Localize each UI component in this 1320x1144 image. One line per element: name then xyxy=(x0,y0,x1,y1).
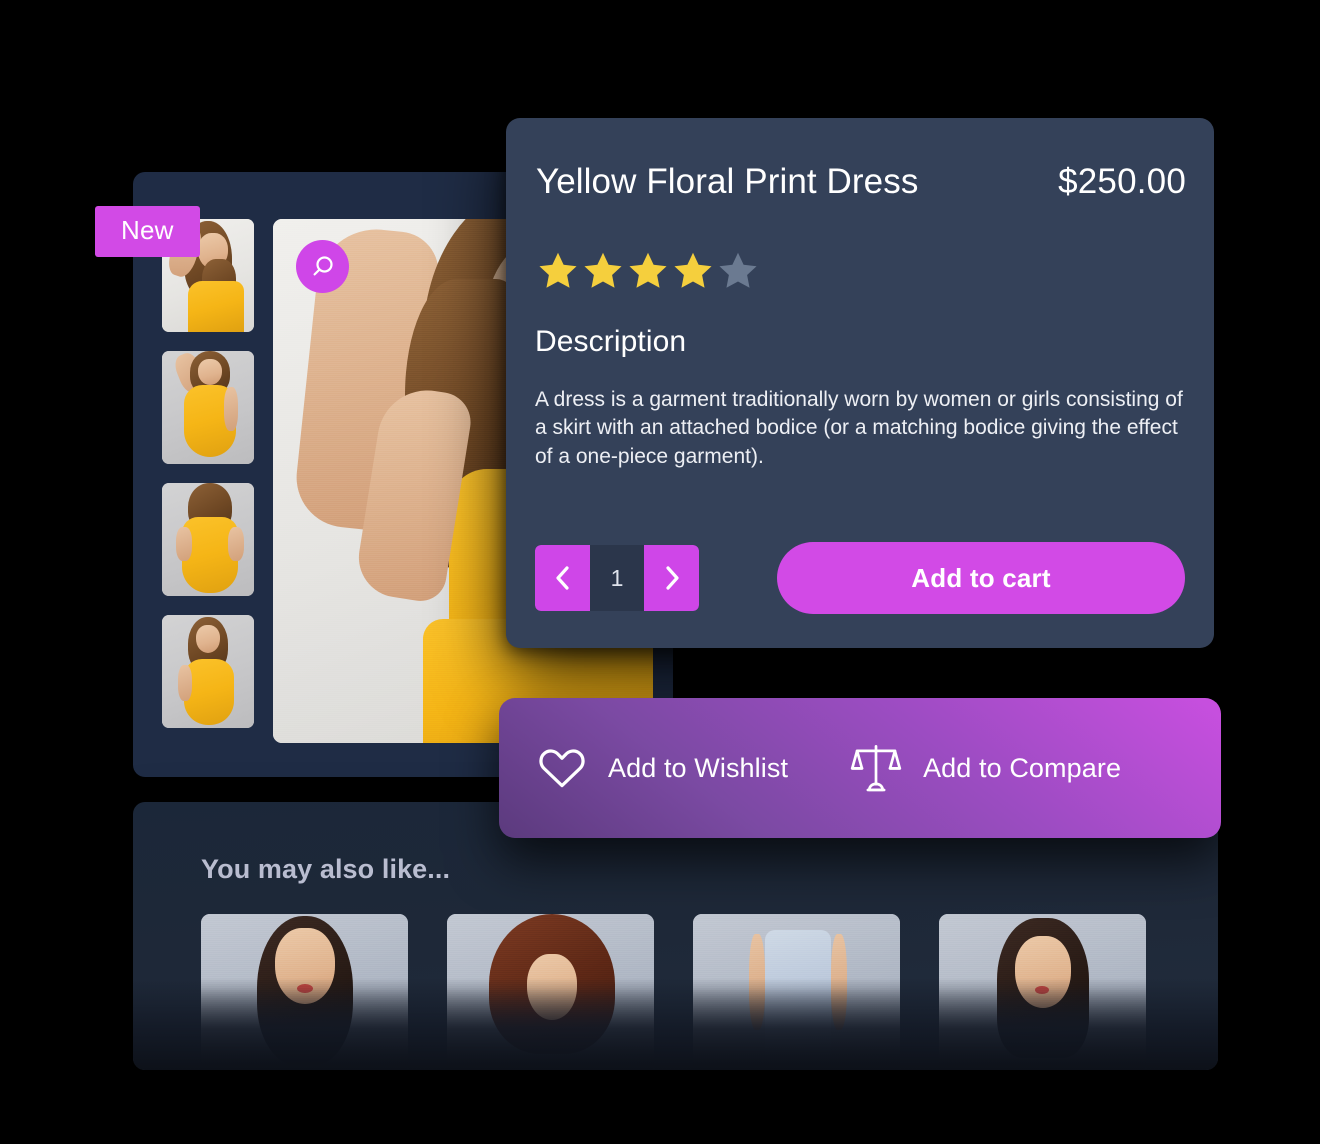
gallery-thumbnail[interactable] xyxy=(162,483,254,596)
star-icon-filled xyxy=(626,250,670,292)
page-title: Yellow Floral Print Dress xyxy=(536,162,919,201)
wishlist-label: Add to Wishlist xyxy=(608,752,789,783)
product-price: $250.00 xyxy=(1058,162,1186,201)
recommendations-title: You may also like... xyxy=(201,854,451,884)
compare-label: Add to Compare xyxy=(923,752,1122,783)
screenshot-stage: New You may also like... Yellow Floral P… xyxy=(0,0,1320,1144)
gallery-thumbnail[interactable] xyxy=(162,351,254,464)
add-to-cart-button[interactable]: Add to cart xyxy=(777,542,1185,614)
quantity-value[interactable]: 1 xyxy=(590,545,644,611)
recommendation-card[interactable] xyxy=(447,914,654,1070)
secondary-actions-bar: Add to Wishlist Add to Compare xyxy=(499,698,1221,838)
rating-stars[interactable] xyxy=(536,250,760,292)
chevron-right-icon xyxy=(662,564,682,592)
heart-icon xyxy=(537,745,587,791)
description-heading: Description xyxy=(535,325,687,358)
quantity-increment-button[interactable] xyxy=(644,545,699,611)
add-to-wishlist-button[interactable]: Add to Wishlist xyxy=(537,745,788,791)
product-header: Yellow Floral Print Dress $250.00 xyxy=(536,162,1186,202)
description-text: A dress is a garment traditionally worn … xyxy=(535,388,1183,468)
star-icon-filled xyxy=(581,250,625,292)
chevron-left-icon xyxy=(553,564,573,592)
scales-icon xyxy=(850,741,902,795)
recommendations-panel: You may also like... xyxy=(133,802,1218,1070)
zoom-image-button[interactable] xyxy=(296,240,349,293)
star-icon-filled xyxy=(671,250,715,292)
quantity-decrement-button[interactable] xyxy=(535,545,590,611)
magnifier-icon xyxy=(310,254,336,280)
star-icon-empty xyxy=(716,250,760,292)
new-badge: New xyxy=(95,206,200,257)
thumbnail-list xyxy=(162,219,254,761)
star-icon-filled xyxy=(536,250,580,292)
quantity-stepper: 1 xyxy=(535,545,699,611)
add-to-compare-button[interactable]: Add to Compare xyxy=(850,741,1121,795)
recommendations-list xyxy=(201,914,1146,1070)
recommendation-card[interactable] xyxy=(693,914,900,1070)
product-detail-card: Yellow Floral Print Dress $250.00 Descri… xyxy=(506,118,1214,648)
recommendation-card[interactable] xyxy=(201,914,408,1070)
recommendation-card[interactable] xyxy=(939,914,1146,1070)
gallery-thumbnail[interactable] xyxy=(162,615,254,728)
purchase-actions: 1 Add to cart xyxy=(535,542,1185,614)
